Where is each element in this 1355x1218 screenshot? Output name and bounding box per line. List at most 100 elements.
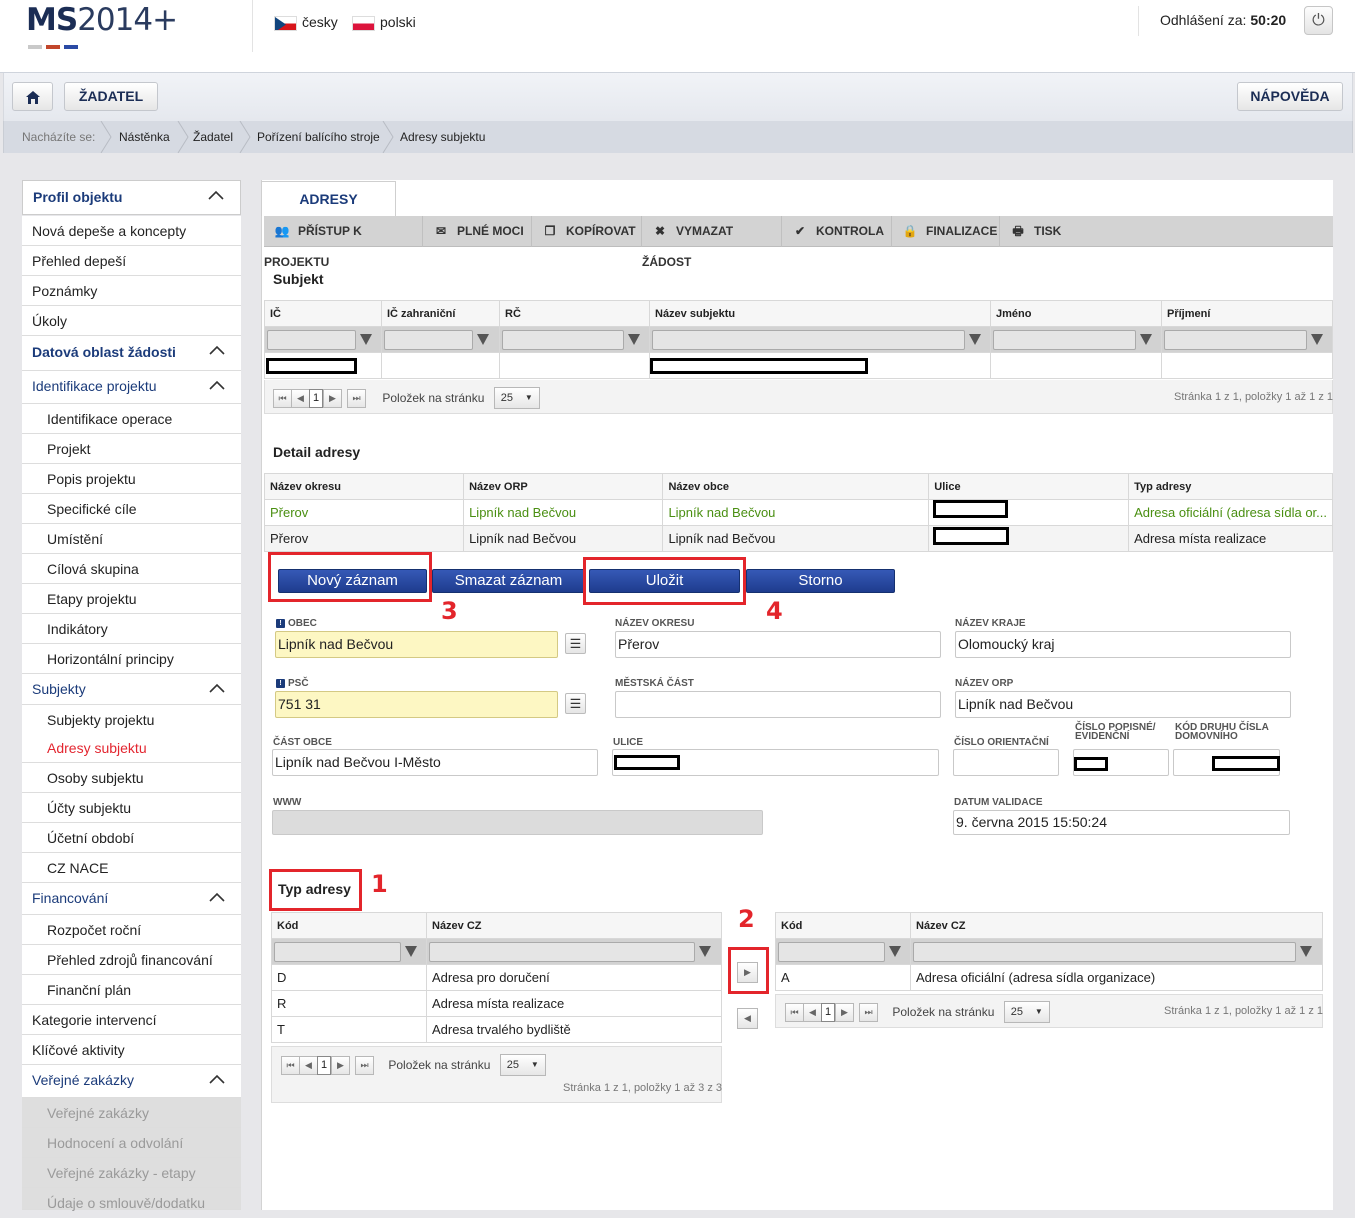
vymazat-button[interactable]: ✖ VYMAZAT ŽÁDOST <box>642 216 782 269</box>
datum-validace-field[interactable]: 9. června 2015 15:50:24 <box>953 810 1290 835</box>
list-icon[interactable]: ☰ <box>565 693 586 714</box>
sidebar-item-verejne-zakazky[interactable]: Veřejné zakázky <box>22 1098 241 1128</box>
sidebar-item-rozpocet[interactable]: Rozpočet roční <box>22 915 241 945</box>
breadcrumb-nastenka[interactable]: Nástěnka <box>119 130 170 144</box>
sidebar-item-umisteni[interactable]: Umístění <box>22 524 241 554</box>
filter-input[interactable] <box>913 941 1296 962</box>
next-page-icon[interactable]: ▶ <box>323 388 342 408</box>
move-right-icon[interactable]: ▶ <box>737 962 758 983</box>
power-icon[interactable]: ⏻ <box>1304 6 1333 35</box>
sidebar-item-adresy-subjektu[interactable]: Adresy subjektu <box>22 733 241 763</box>
sidebar-item-hodnoceni[interactable]: Hodnocení a odvolání <box>22 1128 241 1158</box>
col-prijmeni[interactable]: Příjmení <box>1161 300 1333 327</box>
table-row[interactable]: R Adresa místa realizace <box>271 990 722 1017</box>
filter-icon[interactable] <box>628 334 640 345</box>
per-page-select[interactable]: 25 ▼ <box>493 387 540 409</box>
filter-input[interactable] <box>274 941 401 962</box>
page-number[interactable]: 1 <box>821 1002 835 1022</box>
orp-field[interactable]: Lipník nad Bečvou <box>955 691 1291 718</box>
breadcrumb-zadatel[interactable]: Žadatel <box>193 130 233 144</box>
plne-moci-button[interactable]: ✉ PLNÉ MOCI <box>423 216 532 247</box>
list-icon[interactable]: ☰ <box>565 633 586 654</box>
next-page-icon[interactable]: ▶ <box>835 1002 854 1022</box>
filter-input[interactable] <box>778 941 885 962</box>
sidebar-item-subjekty-projektu[interactable]: Subjekty projektu <box>22 705 241 735</box>
filter-icon[interactable] <box>1140 334 1152 345</box>
kopirovat-button[interactable]: ❐ KOPÍROVAT <box>532 216 642 247</box>
filter-icon[interactable] <box>477 334 489 345</box>
smazat-zaznam-button[interactable]: Smazat záznam <box>432 569 585 593</box>
filter-icon[interactable] <box>360 334 372 345</box>
storno-button[interactable]: Storno <box>746 569 895 593</box>
obec-field[interactable]: Lipník nad Bečvou <box>275 631 558 658</box>
filter-input[interactable] <box>384 329 473 350</box>
sidebar-item-verejne-zakazky-group[interactable]: Veřejné zakázky <box>22 1065 241 1098</box>
sidebar-item-ucty-subjektu[interactable]: Účty subjektu <box>22 793 241 823</box>
filter-input[interactable] <box>429 941 695 962</box>
filter-icon[interactable] <box>1311 334 1323 345</box>
sidebar-item-osoby-subjektu[interactable]: Osoby subjektu <box>22 763 241 793</box>
col-orp[interactable]: Název ORP <box>463 473 664 500</box>
zadatel-button[interactable]: ŽADATEL <box>64 82 158 111</box>
sidebar-item-datova-oblast[interactable]: Datová oblast žádosti <box>22 336 241 371</box>
col-rc[interactable]: RČ <box>499 300 650 327</box>
sidebar-item-ucetni-obdobi[interactable]: Účetní období <box>22 823 241 853</box>
table-row[interactable]: T Adresa trvalého bydliště <box>271 1016 722 1043</box>
col-nazev-cz[interactable]: Název CZ <box>426 912 722 939</box>
home-button[interactable] <box>12 82 53 111</box>
col-obec[interactable]: Název obce <box>662 473 930 500</box>
sidebar-item-etapy[interactable]: Etapy projektu <box>22 584 241 614</box>
last-page-icon[interactable]: ⏭ <box>859 1002 878 1022</box>
sidebar-item-prehled-zdroju[interactable]: Přehled zdrojů financování <box>22 945 241 975</box>
col-jmeno[interactable]: Jméno <box>990 300 1162 327</box>
col-nazev-subjektu[interactable]: Název subjektu <box>649 300 991 327</box>
page-number[interactable]: 1 <box>317 1055 331 1075</box>
col-typ[interactable]: Typ adresy <box>1128 473 1333 500</box>
col-kod[interactable]: Kód <box>271 912 427 939</box>
cast-obce-field[interactable]: Lipník nad Bečvou I-Město <box>272 749 598 776</box>
prev-page-icon[interactable]: ◀ <box>291 388 310 408</box>
sidebar-item-financni-plan[interactable]: Finanční plán <box>22 975 241 1005</box>
kraj-field[interactable]: Olomoucký kraj <box>955 631 1291 658</box>
col-ulice[interactable]: Ulice <box>928 473 1130 500</box>
col-okres[interactable]: Název okresu <box>263 473 465 500</box>
sidebar-item-ukoly[interactable]: Úkoly <box>22 306 241 336</box>
last-page-icon[interactable]: ⏭ <box>355 1055 374 1075</box>
sidebar-item-identifikace-projektu[interactable]: Identifikace projektu <box>22 371 241 404</box>
sidebar-item-indikatory[interactable]: Indikátory <box>22 614 241 644</box>
sidebar-item-udaje-smlouve[interactable]: Údaje o smlouvě/dodatku <box>22 1188 241 1211</box>
col-ic[interactable]: IČ <box>264 300 382 327</box>
page-number[interactable]: 1 <box>309 388 323 408</box>
filter-icon[interactable] <box>699 946 711 957</box>
first-page-icon[interactable]: ⏮ <box>281 1055 300 1075</box>
sidebar-item-subjekty[interactable]: Subjekty <box>22 674 241 705</box>
col-kod[interactable]: Kód <box>775 912 911 939</box>
sidebar-item-klicove[interactable]: Klíčové aktivity <box>22 1035 241 1065</box>
filter-icon[interactable] <box>889 946 901 957</box>
sidebar-item-identifikace-operace[interactable]: Identifikace operace <box>22 404 241 434</box>
filter-input[interactable] <box>1164 329 1307 350</box>
sidebar-item-horizontalni[interactable]: Horizontální principy <box>22 644 241 674</box>
move-left-icon[interactable]: ◀ <box>737 1008 758 1029</box>
filter-icon[interactable] <box>969 334 981 345</box>
table-row[interactable]: A Adresa oficiální (adresa sídla organiza… <box>775 964 1323 991</box>
sidebar-item-kategorie[interactable]: Kategorie intervencí <box>22 1005 241 1035</box>
kontrola-button[interactable]: ✔ KONTROLA <box>782 216 892 247</box>
lang-cz-link[interactable]: česky <box>274 14 338 31</box>
table-row-selected[interactable]: Přerov Lipník nad Bečvou Lipník nad Bečvou… <box>263 499 1333 526</box>
first-page-icon[interactable]: ⏮ <box>785 1002 804 1022</box>
last-page-icon[interactable]: ⏭ <box>347 388 366 408</box>
per-page-select[interactable]: 25 ▼ <box>1003 1001 1050 1023</box>
finalizace-button[interactable]: 🔒 FINALIZACE <box>892 216 1000 247</box>
table-row[interactable]: Přerov Lipník nad Bečvou Lipník nad Bečvou… <box>263 525 1333 552</box>
napoveda-button[interactable]: NÁPOVĚDA <box>1237 82 1343 111</box>
col-nazev-cz[interactable]: Název CZ <box>910 912 1323 939</box>
mestska-cast-field[interactable] <box>615 691 941 718</box>
pristup-button[interactable]: 👥 PŘÍSTUP K PROJEKTU <box>264 216 423 269</box>
table-row[interactable]: D Adresa pro doručení <box>271 964 722 991</box>
sidebar-item-cz-nace[interactable]: CZ NACE <box>22 853 241 883</box>
prev-page-icon[interactable]: ◀ <box>299 1055 318 1075</box>
breadcrumb-projekt[interactable]: Pořízení balícího stroje <box>257 130 380 144</box>
ms2014-logo[interactable]: MS2014+ <box>26 2 178 38</box>
sidebar-item-poznamky[interactable]: Poznámky <box>22 276 241 306</box>
